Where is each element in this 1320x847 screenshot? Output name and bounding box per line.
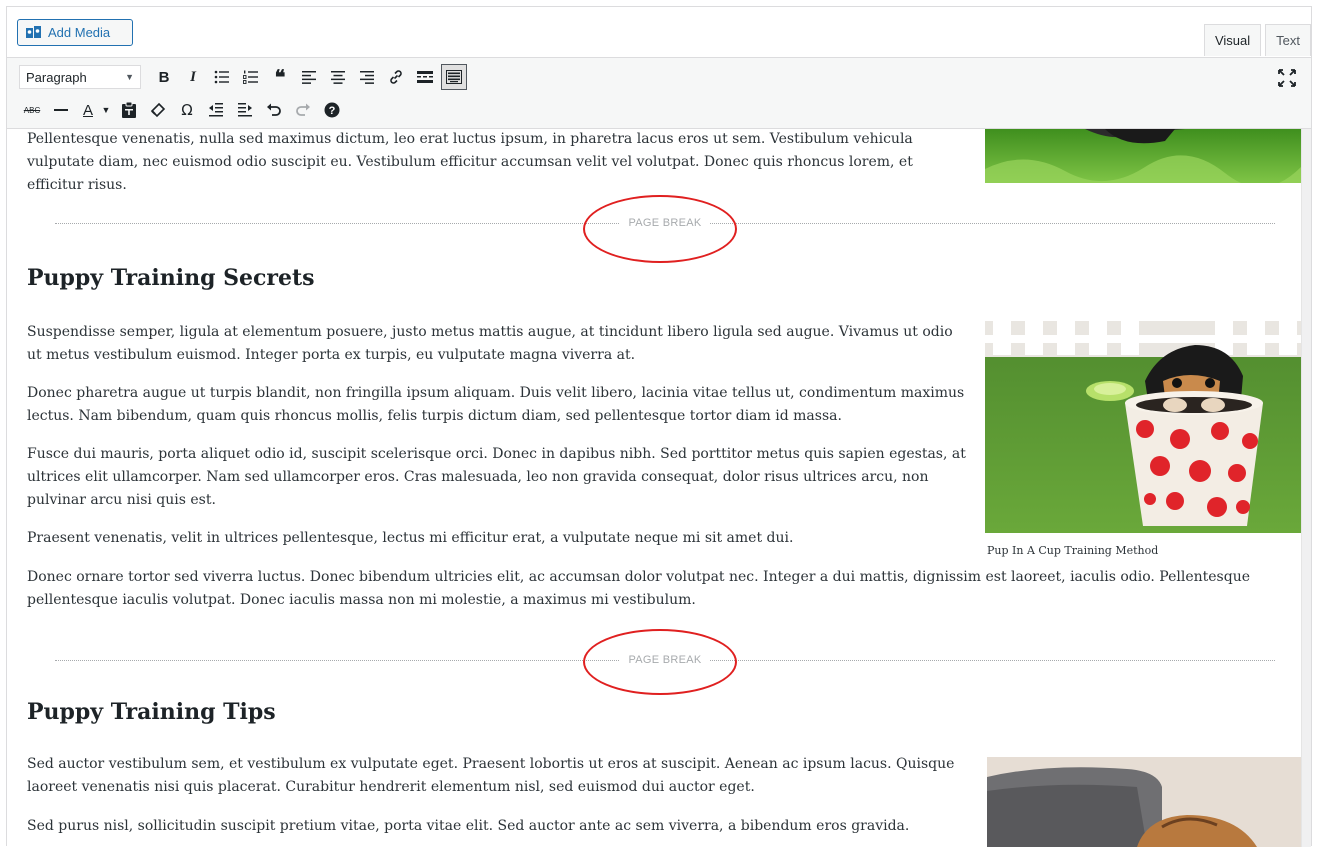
editor-header: Add Media Visual Text <box>7 7 1311 57</box>
editor-tabs: Visual Text <box>1200 24 1311 56</box>
toolbar-row-2: ABC A ▼ Ω ? <box>19 96 348 124</box>
paragraph: Donec pharetra augue ut turpis blandit, … <box>27 385 965 424</box>
grass-image[interactable] <box>985 129 1301 183</box>
text-color-icon[interactable]: A <box>77 97 99 123</box>
tab-text[interactable]: Text <box>1265 24 1311 56</box>
paragraph: Suspendisse semper, ligula at elementum … <box>27 324 953 363</box>
paragraph: Fusce dui mauris, porta aliquet odio id,… <box>27 446 966 508</box>
redo-icon[interactable] <box>290 97 316 123</box>
annotation-circle <box>583 195 737 263</box>
section-heading: Puppy Training Tips <box>27 699 276 725</box>
editor-frame: Add Media Visual Text Paragraph ▼ B I ❝ <box>6 6 1312 847</box>
help-icon[interactable]: ? <box>319 97 345 123</box>
paragraph: Praesent venenatis, velit in ultrices pe… <box>27 530 794 546</box>
editor-toolbar: Paragraph ▼ B I ❝ ABC A ▼ Ω ? <box>7 57 1311 129</box>
indent-icon[interactable] <box>232 97 258 123</box>
paragraph: Sed purus nisl, sollicitudin suscipit pr… <box>27 818 910 834</box>
numbered-list-icon[interactable] <box>238 64 264 90</box>
outdent-icon[interactable] <box>203 97 229 123</box>
blockquote-icon[interactable]: ❝ <box>267 64 293 90</box>
top-paragraph: Pellentesque venenatis, nulla sed maximu… <box>27 131 913 193</box>
section-heading: Puppy Training Secrets <box>27 265 315 291</box>
dog-on-chair-image[interactable] <box>987 757 1301 847</box>
paragraph: Sed auctor vestibulum sem, et vestibulum… <box>27 756 955 795</box>
strikethrough-icon[interactable]: ABC <box>19 97 45 123</box>
add-media-label: Add Media <box>48 25 111 40</box>
bold-icon[interactable]: B <box>151 64 177 90</box>
link-icon[interactable] <box>383 64 409 90</box>
special-character-icon[interactable]: Ω <box>174 97 200 123</box>
paragraph: Donec ornare tortor sed viverra luctus. … <box>27 569 1250 608</box>
clear-formatting-icon[interactable] <box>145 97 171 123</box>
format-select[interactable]: Paragraph ▼ <box>19 65 141 89</box>
puppy-in-cup-image[interactable] <box>985 321 1301 533</box>
toolbar-toggle-icon[interactable] <box>441 64 467 90</box>
format-select-value: Paragraph <box>26 69 87 85</box>
align-left-icon[interactable] <box>296 64 322 90</box>
paste-as-text-icon[interactable] <box>116 97 142 123</box>
media-icon <box>26 25 41 38</box>
editor-scrollbar[interactable] <box>1301 129 1311 847</box>
chevron-down-icon: ▼ <box>125 72 134 82</box>
editor-content[interactable]: Pellentesque venenatis, nulla sed maximu… <box>7 129 1301 847</box>
image-caption: Pup In A Cup Training Method <box>987 544 1159 557</box>
undo-icon[interactable] <box>261 97 287 123</box>
tab-visual[interactable]: Visual <box>1203 24 1262 56</box>
align-center-icon[interactable] <box>325 64 351 90</box>
horizontal-line-icon[interactable] <box>48 97 74 123</box>
toolbar-row-1: Paragraph ▼ B I ❝ <box>19 63 470 91</box>
bulleted-list-icon[interactable] <box>209 64 235 90</box>
align-right-icon[interactable] <box>354 64 380 90</box>
annotation-circle <box>583 629 737 695</box>
add-media-button[interactable]: Add Media <box>17 19 133 46</box>
svg-text:?: ? <box>329 105 336 117</box>
text-color-dropdown-icon[interactable]: ▼ <box>99 97 113 123</box>
italic-icon[interactable]: I <box>180 64 206 90</box>
fullscreen-icon[interactable] <box>1277 68 1297 88</box>
read-more-icon[interactable] <box>412 64 438 90</box>
